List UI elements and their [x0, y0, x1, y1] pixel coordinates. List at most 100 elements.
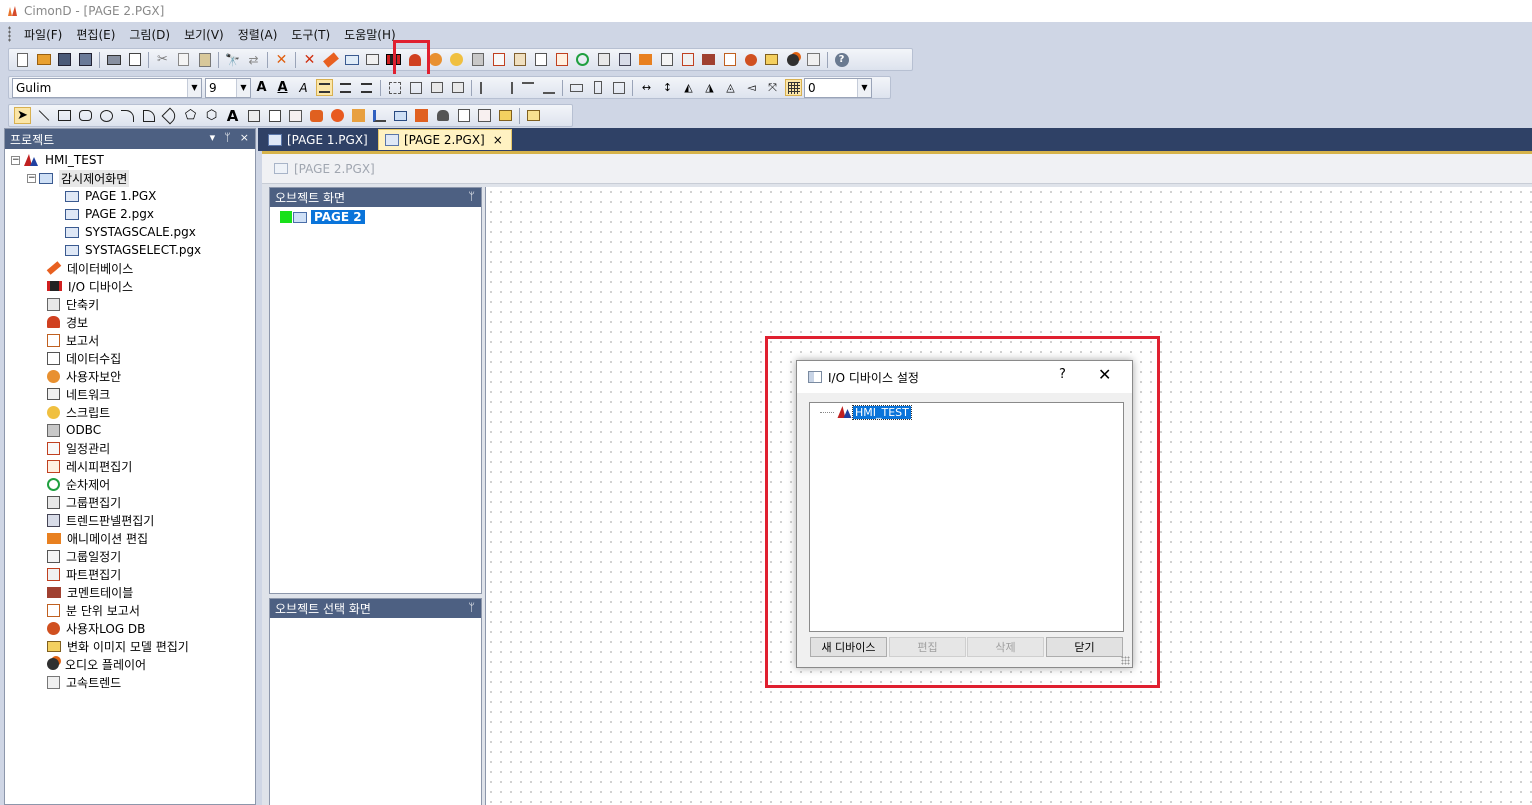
tree-item-animation[interactable]: 애니메이션 편집: [11, 529, 255, 547]
tree-item-user-log-db[interactable]: 사용자LOG DB: [11, 619, 255, 637]
recipe-icon[interactable]: [553, 51, 570, 68]
help-icon[interactable]: ?: [833, 51, 850, 68]
select-pointer-icon[interactable]: ➤: [14, 107, 31, 124]
pin-icon[interactable]: ᛘ: [468, 601, 475, 614]
tree-page[interactable]: PAGE 2.pgx: [11, 205, 255, 223]
paste-icon[interactable]: [196, 51, 213, 68]
tab-page-1[interactable]: [PAGE 1.PGX]: [262, 129, 376, 150]
print-preview-icon[interactable]: [126, 51, 143, 68]
tree-item-part-editor[interactable]: 파트편집기: [11, 565, 255, 583]
save-all-icon[interactable]: [77, 51, 94, 68]
same-size-icon[interactable]: [610, 79, 627, 96]
text-icon[interactable]: A: [224, 107, 241, 125]
collapse-icon[interactable]: −: [27, 173, 36, 183]
tab-page-2[interactable]: [PAGE 2.PGX] ×: [378, 129, 512, 150]
replace-icon[interactable]: ⇄: [245, 51, 262, 68]
ellipse-icon[interactable]: [98, 107, 115, 124]
new-file-icon[interactable]: [14, 51, 31, 68]
align-left-icon[interactable]: [316, 79, 333, 96]
bring-front-icon[interactable]: [428, 79, 445, 96]
data-collection-icon[interactable]: [532, 51, 549, 68]
chart-object-icon[interactable]: [476, 107, 493, 124]
tree-item-odbc[interactable]: ODBC: [11, 421, 255, 439]
tree-root[interactable]: − HMI_TEST: [11, 151, 255, 169]
line-icon[interactable]: [35, 107, 52, 124]
resize-grip[interactable]: [1121, 656, 1130, 665]
menu-file[interactable]: 파일(F): [17, 26, 69, 43]
tree-item-network[interactable]: 네트워크: [11, 385, 255, 403]
tree-item-sequence[interactable]: 순차제어: [11, 475, 255, 493]
align-objects-left-icon[interactable]: [477, 79, 494, 96]
device-tree[interactable]: HMI_TEST: [809, 402, 1124, 632]
font-combo[interactable]: Gulim ▼: [12, 77, 202, 98]
delete-button[interactable]: 삭제: [967, 637, 1044, 657]
window-object-icon[interactable]: [266, 107, 283, 124]
tree-item-io-device[interactable]: I/O 디바이스: [11, 277, 255, 295]
italic-icon[interactable]: A: [295, 79, 312, 96]
send-back-icon[interactable]: [449, 79, 466, 96]
close-button[interactable]: 닫기: [1046, 637, 1123, 657]
edit-button[interactable]: 편집: [889, 637, 966, 657]
same-height-icon[interactable]: [589, 79, 606, 96]
network-icon[interactable]: [364, 51, 381, 68]
align-objects-bottom-icon[interactable]: [540, 79, 557, 96]
cut-icon[interactable]: ✂: [154, 51, 171, 68]
tools-icon[interactable]: ✕: [273, 51, 290, 68]
flip-vertical-icon[interactable]: ◮: [701, 79, 718, 96]
panel-object-icon[interactable]: [350, 107, 367, 124]
chevron-down-icon[interactable]: ▼: [187, 78, 201, 97]
close-icon[interactable]: ✕: [1098, 365, 1111, 384]
image-object-icon[interactable]: [497, 107, 514, 124]
tree-item-fast-trend[interactable]: 고속트렌드: [11, 673, 255, 691]
save-icon[interactable]: [56, 51, 73, 68]
space-vertical-icon[interactable]: ↕: [659, 79, 676, 96]
tree-item-recipe[interactable]: 레시피편집기: [11, 457, 255, 475]
picture-icon[interactable]: [525, 107, 542, 124]
report-icon[interactable]: [511, 51, 528, 68]
copy-icon[interactable]: [175, 51, 192, 68]
menu-edit[interactable]: 편집(E): [69, 26, 122, 43]
collapse-icon[interactable]: −: [11, 155, 20, 165]
user-log-db-icon[interactable]: [742, 51, 759, 68]
tank-object-icon[interactable]: [434, 107, 451, 124]
tree-item-data-collection[interactable]: 데이터수집: [11, 349, 255, 367]
alarm-object-icon[interactable]: [308, 107, 325, 124]
trend-panel-icon[interactable]: [616, 51, 633, 68]
image-model-icon[interactable]: [763, 51, 780, 68]
odbc-icon[interactable]: [469, 51, 486, 68]
animation-icon[interactable]: [637, 51, 654, 68]
print-icon[interactable]: [105, 51, 122, 68]
fast-trend-icon[interactable]: [805, 51, 822, 68]
script-icon[interactable]: [448, 51, 465, 68]
line-width-combo[interactable]: 0 ▼: [804, 77, 872, 98]
align-objects-right-icon[interactable]: [498, 79, 515, 96]
menubar-grip[interactable]: [8, 26, 11, 42]
tree-item-user-security[interactable]: 사용자보안: [11, 367, 255, 385]
menu-tools[interactable]: 도구(T): [284, 26, 337, 43]
table-object-icon[interactable]: [413, 107, 430, 124]
pin-icon[interactable]: ᛘ: [224, 131, 231, 144]
database-icon[interactable]: [322, 51, 339, 68]
tree-item-schedule[interactable]: 일정관리: [11, 439, 255, 457]
menu-draw[interactable]: 그림(D): [122, 26, 177, 43]
panel-dropdown-icon[interactable]: ▾: [210, 131, 216, 144]
rotate-right-icon[interactable]: ◅: [743, 79, 760, 96]
audio-player-icon[interactable]: [784, 51, 801, 68]
rectangle-icon[interactable]: [56, 107, 73, 124]
polygon-icon[interactable]: ⬠: [182, 107, 199, 124]
event-object-icon[interactable]: [329, 107, 346, 124]
resize-icon[interactable]: ⤧: [764, 79, 781, 96]
arc-icon[interactable]: [119, 107, 136, 124]
underline-icon[interactable]: A: [274, 79, 291, 96]
group-editor-icon[interactable]: [595, 51, 612, 68]
bar-chart-icon[interactable]: [371, 107, 388, 124]
comment-table-icon[interactable]: [700, 51, 717, 68]
rotate-left-icon[interactable]: ◬: [722, 79, 739, 96]
object-page-item[interactable]: PAGE 2: [280, 209, 481, 225]
chevron-down-icon[interactable]: ▼: [857, 78, 871, 97]
open-folder-icon[interactable]: [35, 51, 52, 68]
tree-page[interactable]: SYSTAGSCALE.pgx: [11, 223, 255, 241]
same-width-icon[interactable]: [568, 79, 585, 96]
sequence-icon[interactable]: [574, 51, 591, 68]
tree-item-trend-panel[interactable]: 트렌드판넬편집기: [11, 511, 255, 529]
